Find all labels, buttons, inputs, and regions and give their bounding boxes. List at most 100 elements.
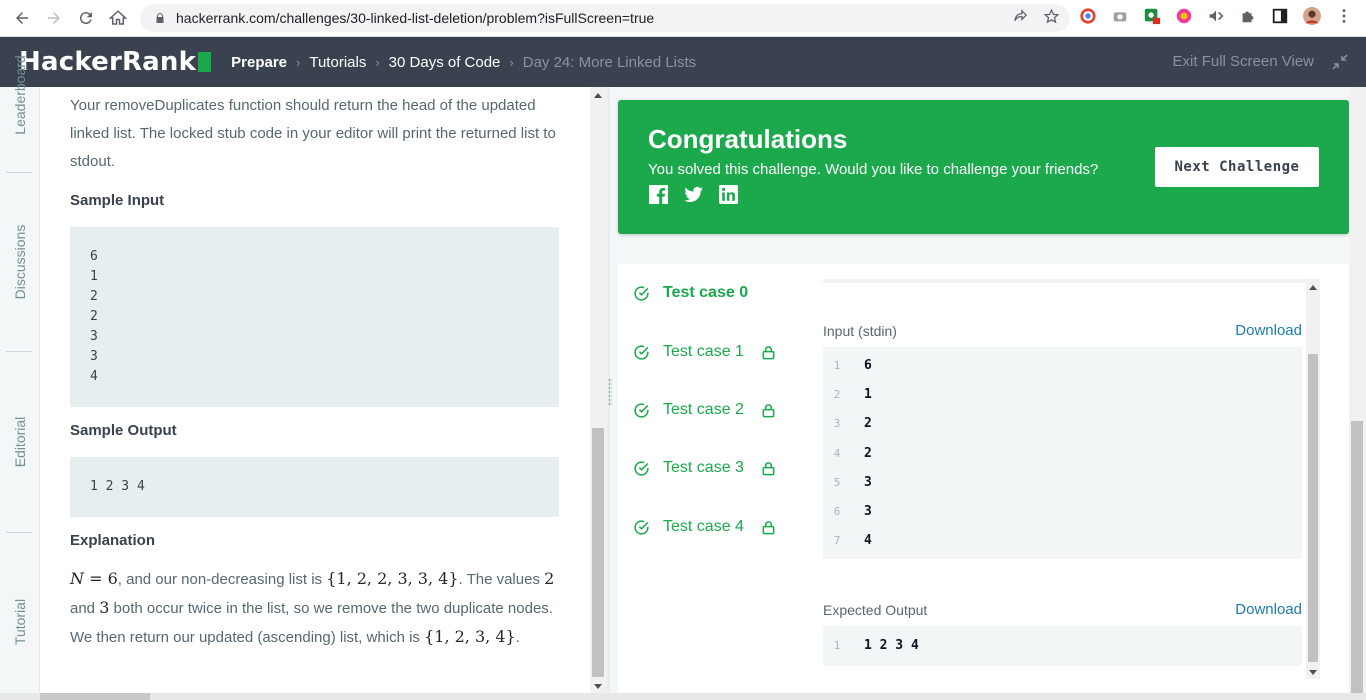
color-picker-extension-icon[interactable] [1078, 6, 1098, 26]
address-bar[interactable]: hackerrank.com/challenges/30-linked-list… [140, 4, 1070, 32]
sample-output-heading: Sample Output [70, 422, 177, 439]
home-button[interactable] [102, 2, 134, 34]
next-challenge-button[interactable]: Next Challenge [1155, 147, 1319, 187]
input-line: 21 [833, 387, 872, 403]
congrats-title: Congratulations [648, 124, 848, 154]
code-line: 4 [90, 369, 98, 384]
test-case-4-tab[interactable]: Test case 4 [633, 515, 776, 539]
chevron-right-icon: › [375, 54, 380, 70]
side-tab-bar: Leaderboard Discussions Editorial Tutori… [0, 55, 40, 700]
browser-toolbar: hackerrank.com/challenges/30-linked-list… [0, 0, 1366, 37]
scroll-up-icon[interactable] [1309, 285, 1317, 290]
test-case-3-tab[interactable]: Test case 3 [633, 456, 776, 480]
scrollbar-thumb[interactable] [40, 693, 150, 700]
test-case-label: Test case 0 [663, 284, 749, 301]
input-line: 74 [833, 533, 872, 549]
test-case-label: Test case 3 [663, 459, 744, 476]
tab-tutorial[interactable]: Tutorial [12, 599, 28, 645]
test-case-detail: Input (stdin) Download 16 21 32 42 53 63… [823, 279, 1320, 679]
download-input-link[interactable]: Download [1235, 322, 1302, 339]
code-line: 6 [90, 249, 98, 264]
input-stdin-label: Input (stdin) [823, 323, 897, 339]
tab-divider [6, 172, 32, 173]
lock-icon [156, 13, 164, 23]
chevron-right-icon: › [296, 54, 301, 70]
screenshot-extension-icon[interactable] [1110, 6, 1130, 26]
bookmark-star-icon[interactable] [1043, 8, 1060, 25]
tab-editorial[interactable]: Editorial [12, 417, 28, 468]
back-arrow-icon [16, 12, 28, 24]
linkedin-icon[interactable] [718, 184, 739, 205]
test-case-label: Test case 2 [663, 401, 744, 418]
input-line: 42 [833, 445, 872, 461]
side-panel-icon[interactable] [1270, 6, 1290, 26]
check-circle-icon [634, 519, 649, 535]
share-icon[interactable] [1012, 8, 1029, 25]
logo-block-icon [198, 52, 212, 72]
tab-divider [6, 532, 32, 533]
back-button[interactable] [6, 2, 38, 34]
hackerrank-logo[interactable]: HackerRank [19, 47, 212, 77]
download-output-link[interactable]: Download [1235, 601, 1302, 618]
scrollbar-thumb[interactable] [1308, 354, 1318, 662]
math-var: N = 6 [70, 569, 118, 588]
chevron-right-icon: › [509, 54, 514, 70]
math-value: 2 [544, 569, 555, 588]
tab-discussions[interactable]: Discussions [12, 225, 28, 300]
forward-button[interactable] [38, 2, 70, 34]
code-line: 3 [90, 329, 98, 344]
scrollbar-thumb[interactable] [592, 428, 604, 677]
test-case-label: Test case 1 [663, 343, 744, 360]
check-circle-icon [634, 344, 649, 360]
circle-extension-icon[interactable] [1174, 6, 1194, 26]
sample-input-heading: Sample Input [70, 192, 165, 209]
breadcrumb-30-days[interactable]: 30 Days of Code [389, 54, 501, 71]
math-value: 3 [99, 598, 110, 617]
problem-scrollbar[interactable] [590, 87, 607, 693]
scroll-down-icon[interactable] [1309, 670, 1317, 675]
test-case-2-tab[interactable]: Test case 2 [633, 398, 776, 422]
check-circle-icon [634, 460, 649, 476]
horizontal-scrollbar[interactable] [0, 693, 1366, 700]
breadcrumb-tutorials[interactable]: Tutorials [309, 54, 366, 71]
reload-button[interactable] [70, 2, 102, 34]
code-line: 1 [90, 269, 98, 284]
breadcrumb-prepare[interactable]: Prepare [231, 54, 287, 71]
reload-icon [79, 12, 92, 25]
profile-avatar[interactable] [1302, 6, 1322, 26]
code-line: 2 [90, 289, 98, 304]
tab-divider [6, 351, 32, 352]
collapse-icon[interactable] [1332, 54, 1348, 70]
math-list: {1, 2, 2, 3, 3, 4} [326, 569, 459, 588]
sample-input-box: 6 1 2 2 3 3 4 [70, 227, 559, 407]
home-icon [109, 10, 127, 25]
explanation-heading: Explanation [70, 532, 156, 549]
facebook-icon[interactable] [648, 184, 669, 205]
code-line: 2 [90, 309, 98, 324]
detail-top-border [823, 279, 1306, 283]
scroll-down-icon[interactable] [594, 684, 602, 689]
test-case-1-tab[interactable]: Test case 1 [633, 340, 776, 364]
scroll-up-icon[interactable] [594, 93, 602, 98]
congratulations-banner: Congratulations You solved this challeng… [618, 100, 1349, 234]
page-scrollbar[interactable] [1349, 87, 1366, 693]
logo-text: HackerRank [19, 47, 197, 77]
green-extension-icon[interactable] [1142, 6, 1162, 26]
audio-extension-icon[interactable] [1206, 6, 1226, 26]
drag-handle-icon[interactable] [608, 378, 612, 406]
input-line: 32 [833, 416, 872, 432]
output-line: 11 2 3 4 [833, 638, 919, 654]
test-case-0-tab[interactable]: Test case 0 [633, 281, 748, 305]
puzzle-extension-icon[interactable] [1238, 6, 1258, 26]
detail-scrollbar[interactable] [1306, 279, 1320, 679]
scrollbar-thumb[interactable] [1351, 421, 1363, 693]
exit-full-screen-link[interactable]: Exit Full Screen View [1173, 53, 1314, 70]
breadcrumb-current: Day 24: More Linked Lists [522, 53, 697, 71]
test-results-panel: Test case 0 Test case 1 Test case 2 Test… [618, 264, 1349, 693]
lock-icon [762, 520, 775, 534]
congrats-subtitle: You solved this challenge. Would you lik… [648, 161, 1099, 178]
menu-kebab-icon[interactable] [1334, 6, 1354, 26]
tab-leaderboard[interactable]: Leaderboard [12, 55, 28, 134]
twitter-icon[interactable] [683, 184, 704, 205]
breadcrumb: Prepare › Tutorials › 30 Days of Code › … [231, 54, 696, 71]
